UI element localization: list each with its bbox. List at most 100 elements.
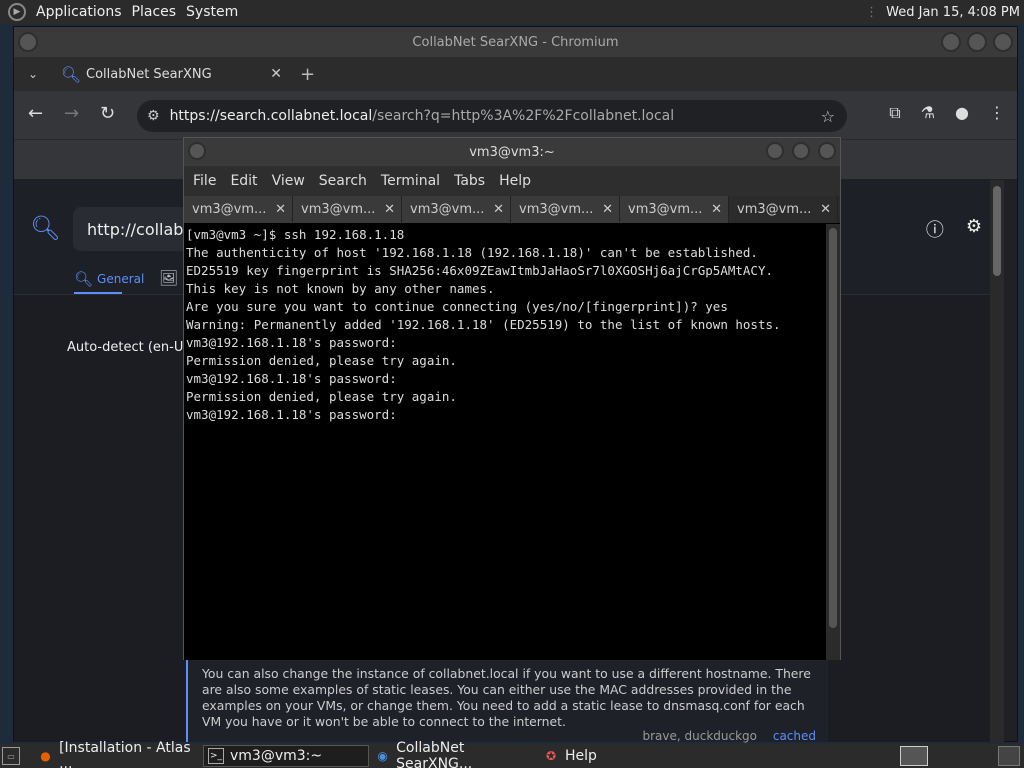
search-icon: 🔍︎	[74, 270, 94, 288]
taskbar-item-label: vm3@vm3:~	[230, 748, 323, 764]
taskbar-item-label: [Installation - Atlas ...	[59, 740, 191, 768]
address-bar[interactable]: ⚙ https://search.collabnet.local/search?…	[137, 100, 847, 132]
bookmark-star-icon[interactable]: ☆	[821, 107, 835, 126]
places-menu[interactable]: Places	[132, 4, 177, 20]
terminal-output[interactable]: [vm3@vm3 ~]$ ssh 192.168.1.18 The authen…	[184, 224, 826, 660]
system-menu[interactable]: System	[186, 4, 238, 20]
category-images-icon[interactable]: 🖼	[159, 269, 178, 287]
terminal-close-icon[interactable]	[818, 142, 836, 160]
show-desktop-icon[interactable]: ▭	[2, 747, 20, 765]
terminal-tab[interactable]: vm3@vm... ✕	[184, 196, 293, 223]
browser-window-title: CollabNet SearXNG - Chromium	[412, 34, 619, 50]
clock[interactable]: Wed Jan 15, 4:08 PM	[886, 5, 1020, 20]
terminal-tab-close-icon[interactable]: ✕	[711, 202, 722, 217]
page-scrollbar-thumb[interactable]	[993, 186, 1001, 276]
panel-separator-icon: ⋮	[865, 4, 879, 20]
tab-title: CollabNet SearXNG	[86, 66, 212, 82]
answer-text: You can also change the instance of coll…	[202, 666, 811, 729]
back-arrow-icon[interactable]: ←	[28, 103, 43, 124]
terminal-tab[interactable]: vm3@vm... ✕	[620, 196, 729, 223]
terminal-tab[interactable]: vm3@vm... ✕	[293, 196, 402, 223]
terminal-tab[interactable]: vm3@vm... ✕	[511, 196, 620, 223]
menu-file[interactable]: File	[193, 173, 216, 189]
terminal-tab-active[interactable]: vm3@vm... ✕	[729, 196, 838, 223]
profile-avatar-icon[interactable]: ●	[955, 103, 969, 123]
answer-box: You can also change the instance of coll…	[186, 658, 828, 744]
terminal-window-menu-icon[interactable]	[188, 142, 206, 160]
top-panel: ▶ Applications Places System ⋮ Wed Jan 1…	[0, 0, 1024, 24]
menu-edit[interactable]: Edit	[230, 173, 257, 189]
cached-link[interactable]: cached	[773, 729, 816, 743]
close-icon[interactable]	[993, 32, 1013, 52]
terminal-tab-close-icon[interactable]: ✕	[493, 202, 504, 217]
new-tab-plus-icon[interactable]: +	[300, 64, 315, 85]
page-scrollbar[interactable]	[990, 180, 1004, 742]
taskbar-item-label: CollabNet SearXNG...	[396, 740, 473, 768]
menu-view[interactable]: View	[272, 173, 305, 189]
answer-footer: brave, duckduckgo cached	[643, 728, 817, 744]
active-tab-underline	[74, 292, 122, 294]
bottom-taskbar: ▭ ● [Installation - Atlas ... >_ vm3@vm3…	[0, 740, 1024, 768]
searxng-logo-search-icon[interactable]: 🔍︎	[30, 214, 60, 242]
menu-help[interactable]: Help	[499, 173, 531, 189]
browser-titlebar[interactable]: CollabNet SearXNG - Chromium	[14, 27, 1017, 57]
language-selector[interactable]: Auto-detect (en-US)	[67, 340, 197, 355]
terminal-tab-label: vm3@vm...	[192, 202, 267, 217]
distro-logo-icon[interactable]: ▶	[8, 3, 26, 21]
tab-collabnet-searxng[interactable]: 🔍︎ CollabNet SearXNG ✕	[52, 57, 292, 91]
menu-terminal[interactable]: Terminal	[381, 173, 440, 189]
forward-arrow-icon[interactable]: →	[64, 103, 79, 124]
terminal-minimize-icon[interactable]	[766, 142, 784, 160]
terminal-tab-close-icon[interactable]: ✕	[384, 202, 395, 217]
terminal-tab-label: vm3@vm...	[410, 202, 485, 217]
chromium-icon: ◉	[377, 749, 388, 763]
maximize-icon[interactable]	[967, 32, 987, 52]
reload-icon[interactable]: ↻	[100, 103, 115, 124]
taskbar-item-installation[interactable]: ● [Installation - Atlas ...	[34, 740, 200, 768]
tab-search-chevron-down-icon[interactable]: ⌄	[28, 67, 38, 81]
terminal-tab-label: vm3@vm...	[301, 202, 376, 217]
terminal-tab-label: vm3@vm...	[628, 202, 703, 217]
taskbar-item-chromium[interactable]: ◉ CollabNet SearXNG...	[371, 740, 537, 768]
browser-toolbar: ← → ↻ ⚙ https://search.collabnet.local/s…	[14, 91, 1017, 139]
gear-icon[interactable]: ⚙	[966, 216, 982, 242]
terminal-tab-label: vm3@vm...	[737, 202, 812, 217]
terminal-scrollbar[interactable]	[826, 224, 840, 660]
terminal-window: vm3@vm3:~ File Edit View Search Terminal…	[183, 137, 841, 660]
workspace-switcher-2[interactable]	[998, 746, 1020, 766]
answer-engines: brave, duckduckgo	[642, 729, 758, 743]
terminal-tab[interactable]: vm3@vm... ✕	[402, 196, 511, 223]
extensions-puzzle-icon[interactable]: ⧉	[889, 103, 900, 123]
window-menu-icon[interactable]	[18, 32, 38, 52]
terminal-icon: >_	[208, 748, 224, 764]
taskbar-item-help[interactable]: ✪ Help	[539, 745, 639, 767]
url-path: /search?q=http%3A%2F%2Fcollabnet.local	[372, 108, 675, 124]
labs-flask-icon[interactable]: ⚗	[921, 103, 935, 123]
site-info-icon[interactable]: ⚙	[147, 108, 160, 124]
terminal-maximize-icon[interactable]	[792, 142, 810, 160]
terminal-titlebar[interactable]: vm3@vm3:~	[184, 138, 840, 166]
firefox-icon: ●	[40, 749, 51, 763]
menu-search[interactable]: Search	[319, 173, 367, 189]
workspace-switcher-1[interactable]	[900, 746, 928, 766]
search-favicon-icon: 🔍︎	[60, 64, 82, 84]
minimize-icon[interactable]	[941, 32, 961, 52]
terminal-scrollbar-thumb[interactable]	[829, 228, 837, 628]
applications-menu[interactable]: Applications	[36, 4, 122, 20]
terminal-tab-label: vm3@vm...	[519, 202, 594, 217]
terminal-menubar: File Edit View Search Terminal Tabs Help	[184, 166, 840, 196]
menu-tabs[interactable]: Tabs	[454, 173, 485, 189]
taskbar-item-terminal[interactable]: >_ vm3@vm3:~	[203, 745, 369, 767]
terminal-tab-close-icon[interactable]: ✕	[820, 202, 831, 217]
tab-strip: ⌄ 🔍︎ CollabNet SearXNG ✕ +	[14, 57, 1017, 91]
menu-kebab-icon[interactable]: ⋮	[989, 103, 1005, 123]
category-general-label: General	[97, 272, 145, 286]
category-general-tab[interactable]: 🔍︎ General	[74, 270, 145, 294]
info-icon[interactable]: ⓘ	[926, 216, 944, 242]
terminal-title: vm3@vm3:~	[469, 144, 555, 160]
terminal-tab-close-icon[interactable]: ✕	[275, 202, 286, 217]
terminal-tab-strip: vm3@vm... ✕ vm3@vm... ✕ vm3@vm... ✕ vm3@vm.…	[184, 196, 840, 223]
tab-close-icon[interactable]: ✕	[270, 66, 282, 82]
help-lifebuoy-icon: ✪	[545, 749, 557, 763]
terminal-tab-close-icon[interactable]: ✕	[602, 202, 613, 217]
